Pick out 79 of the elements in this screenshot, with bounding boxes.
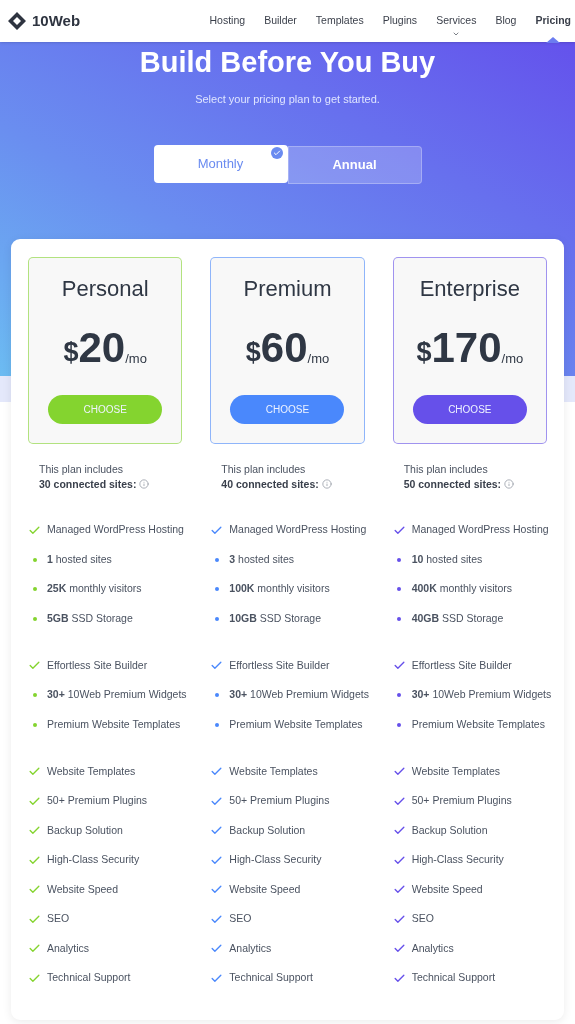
nav-link[interactable]: Pricing [535,0,571,42]
feature-text: Technical Support [47,970,131,986]
plan-price: 20 [78,326,126,369]
feature-text: Managed WordPress Hosting [47,522,184,538]
feature-text: 3 hosted sites [229,551,295,567]
currency-symbol: $ [416,338,432,366]
feature-text: SEO [47,911,70,927]
currency-symbol: $ [245,338,261,366]
hero-subtitle: Select your pricing plan to get started. [195,92,380,107]
plan-includes-text: This plan includes [39,461,125,477]
feature-text: 40GB SSD Storage [411,610,504,626]
feature-text: Premium Website Templates [411,716,545,732]
choose-button[interactable]: CHOOSE [412,394,527,424]
plan-includes-text: This plan includes [403,461,489,477]
feature-text: Website Templates [229,763,318,779]
feature-text: Backup Solution [47,822,123,838]
info-icon [139,479,150,489]
feature-text: Analytics [229,940,272,956]
hero-title: Build Before You Buy [139,48,436,77]
feature-text: Backup Solution [411,822,488,838]
feature-text: SEO [229,911,252,927]
feature-text: SEO [411,911,434,927]
connected-sites: 30 connected sites: [39,476,137,492]
feature-text: Analytics [47,940,89,956]
connected-sites: 40 connected sites: [221,476,319,492]
nav-link[interactable]: Templates [315,0,364,42]
feature-text: 50+ Premium Plugins [411,793,512,809]
nav-link[interactable]: Services [436,0,477,42]
feature-text: Effortless Site Builder [47,657,148,673]
feature-text: 10 hosted sites [411,551,483,567]
logo-icon [7,11,27,31]
feature-text: Managed WordPress Hosting [411,522,549,538]
feature-text: Managed WordPress Hosting [229,522,367,538]
feature-text: High-Class Security [229,852,322,868]
price-period: /mo [125,351,147,365]
plan-price: 170 [431,326,502,369]
feature-text: Website Speed [229,881,301,897]
info-icon [321,479,332,489]
feature-text: Technical Support [411,970,496,986]
feature-text: Premium Website Templates [47,716,181,732]
feature-text: 400K monthly visitors [411,581,513,597]
feature-text: 30+ 10Web Premium Widgets [47,687,187,703]
feature-text: 50+ Premium Plugins [229,793,330,809]
plan-name: Premium [243,274,332,303]
feature-text: High-Class Security [411,852,504,868]
nav-link[interactable]: Blog [495,0,517,42]
connected-sites: 50 connected sites: [403,476,502,492]
feature-text: Website Templates [47,763,136,779]
feature-text: Website Speed [47,881,119,897]
nav-link[interactable]: Builder [264,0,297,42]
feature-text: Website Templates [411,763,500,779]
feature-text: Backup Solution [229,822,306,838]
nav-link[interactable]: Plugins [382,0,418,42]
feature-text: 10GB SSD Storage [229,610,321,626]
plan-includes-text: This plan includes [221,461,307,477]
nav-link[interactable]: Hosting [209,0,246,42]
feature-text: 50+ Premium Plugins [47,793,148,809]
feature-text: Effortless Site Builder [229,657,330,673]
plan-name: Personal [61,274,149,303]
feature-text: 1 hosted sites [47,551,112,567]
plan-price: 60 [260,326,308,369]
currency-symbol: $ [63,338,79,366]
feature-text: 30+ 10Web Premium Widgets [229,687,369,703]
brand-name: 10Web [32,10,81,31]
feature-text: 25K monthly visitors [47,581,142,597]
plan-name: Enterprise [419,274,520,303]
price-period: /mo [501,351,524,365]
checkmark-badge-icon [270,146,283,159]
feature-text: Effortless Site Builder [411,657,512,673]
price-period: /mo [307,351,330,365]
feature-text: Analytics [411,940,454,956]
info-icon [504,479,515,489]
feature-text: 30+ 10Web Premium Widgets [411,687,552,703]
feature-text: 100K monthly visitors [229,581,330,597]
feature-text: High-Class Security [47,852,140,868]
feature-text: Website Speed [411,881,483,897]
feature-text: Technical Support [229,970,313,986]
feature-text: Premium Website Templates [229,716,363,732]
feature-text: 5GB SSD Storage [47,610,133,626]
